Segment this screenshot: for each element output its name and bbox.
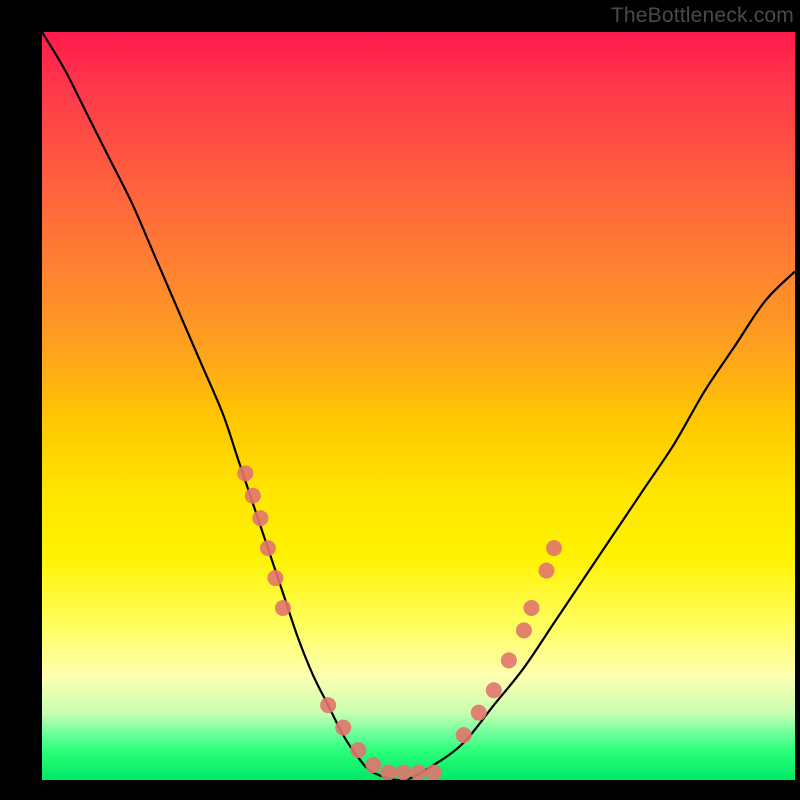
point-right-cluster-4 bbox=[501, 652, 517, 668]
point-left-cluster-2 bbox=[245, 488, 261, 504]
point-bottom-2 bbox=[335, 720, 351, 736]
point-right-cluster-5 bbox=[516, 622, 532, 638]
point-bottom-4 bbox=[365, 757, 381, 773]
point-bottom-1 bbox=[320, 697, 336, 713]
point-right-cluster-8 bbox=[546, 540, 562, 556]
point-right-cluster-3 bbox=[486, 682, 502, 698]
data-points bbox=[237, 465, 562, 780]
point-left-cluster-6 bbox=[275, 600, 291, 616]
point-left-cluster-3 bbox=[252, 510, 268, 526]
chart-frame: TheBottleneck.com bbox=[0, 0, 800, 800]
point-right-cluster-6 bbox=[523, 600, 539, 616]
point-right-cluster-7 bbox=[539, 563, 555, 579]
point-left-cluster-4 bbox=[260, 540, 276, 556]
point-right-cluster-1 bbox=[456, 727, 472, 743]
point-bottom-3 bbox=[350, 742, 366, 758]
bottleneck-curve bbox=[42, 32, 795, 780]
plot-area bbox=[42, 32, 795, 780]
watermark-text: TheBottleneck.com bbox=[611, 4, 794, 28]
point-bottom-7 bbox=[411, 765, 427, 780]
point-left-cluster-5 bbox=[267, 570, 283, 586]
point-left-cluster-1 bbox=[237, 465, 253, 481]
point-bottom-6 bbox=[395, 765, 411, 780]
chart-svg bbox=[42, 32, 795, 780]
point-bottom-5 bbox=[380, 765, 396, 780]
point-bottom-8 bbox=[426, 765, 442, 780]
point-right-cluster-2 bbox=[471, 705, 487, 721]
